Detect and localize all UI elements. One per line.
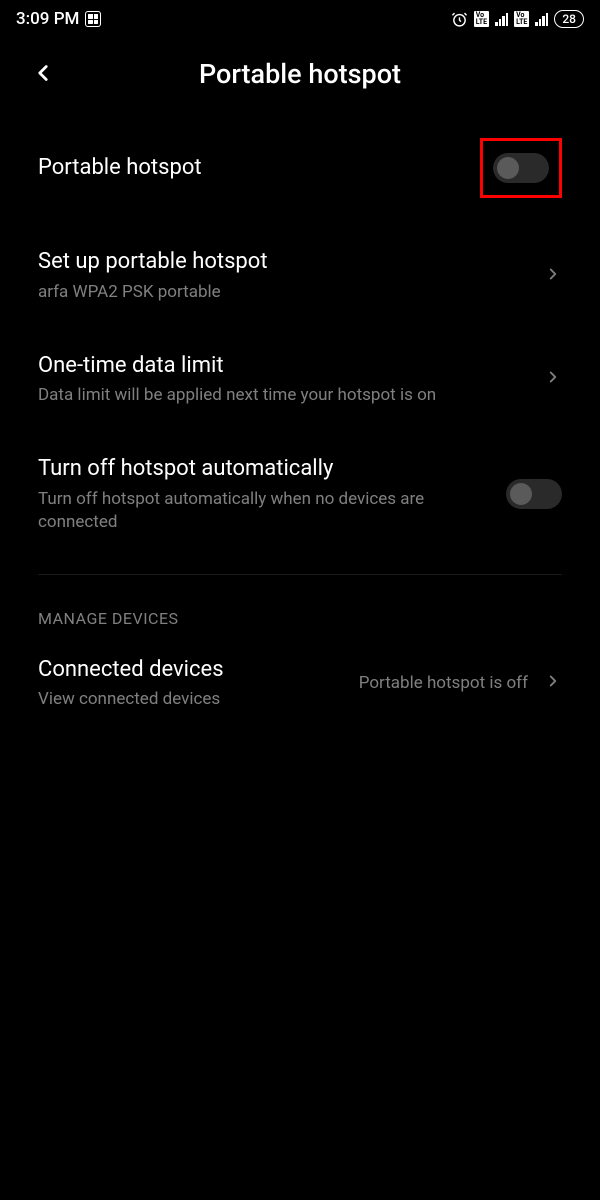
volte-icon-2: VoLTE — [514, 11, 529, 27]
row-portable-hotspot[interactable]: Portable hotspot — [20, 118, 580, 218]
row-setup-hotspot[interactable]: Set up portable hotspot arfa WPA2 PSK po… — [20, 218, 580, 324]
chevron-right-icon — [544, 265, 562, 287]
page-title: Portable hotspot — [20, 58, 580, 90]
highlight-annotation — [480, 138, 562, 198]
battery-indicator: 28 — [554, 10, 584, 28]
connected-sub: View connected devices — [38, 688, 347, 711]
status-right: VoLTE VoLTE 28 — [451, 10, 584, 28]
limit-title: One-time data limit — [38, 352, 524, 381]
setup-sub: arfa WPA2 PSK portable — [38, 281, 524, 304]
auto-off-toggle[interactable] — [506, 479, 562, 509]
status-time: 3:09 PM — [16, 9, 79, 29]
alarm-icon — [451, 11, 468, 28]
signal-icon-1 — [495, 13, 508, 26]
connected-title: Connected devices — [38, 656, 347, 685]
row-data-limit[interactable]: One-time data limit Data limit will be a… — [20, 324, 580, 428]
hotspot-toggle[interactable] — [493, 153, 549, 183]
volte-icon-1: VoLTE — [474, 11, 489, 27]
setup-title: Set up portable hotspot — [38, 248, 524, 277]
back-button[interactable] — [30, 60, 56, 90]
row-auto-off[interactable]: Turn off hotspot automatically Turn off … — [20, 427, 580, 553]
page-header: Portable hotspot — [0, 34, 600, 118]
status-bar: 3:09 PM VoLTE VoLTE 28 — [0, 0, 600, 34]
grid-app-icon — [85, 11, 101, 27]
limit-sub: Data limit will be applied next time you… — [38, 384, 524, 407]
chevron-right-icon — [544, 672, 562, 694]
row-connected-devices[interactable]: Connected devices View connected devices… — [20, 636, 580, 732]
auto-off-sub: Turn off hotspot automatically when no d… — [38, 488, 494, 534]
chevron-right-icon — [544, 368, 562, 390]
signal-icon-2 — [535, 13, 548, 26]
auto-off-title: Turn off hotspot automatically — [38, 455, 494, 484]
status-left: 3:09 PM — [16, 9, 101, 29]
connected-status: Portable hotspot is off — [359, 672, 528, 694]
section-manage-devices: MANAGE DEVICES — [20, 575, 580, 636]
hotspot-toggle-label: Portable hotspot — [38, 154, 468, 183]
